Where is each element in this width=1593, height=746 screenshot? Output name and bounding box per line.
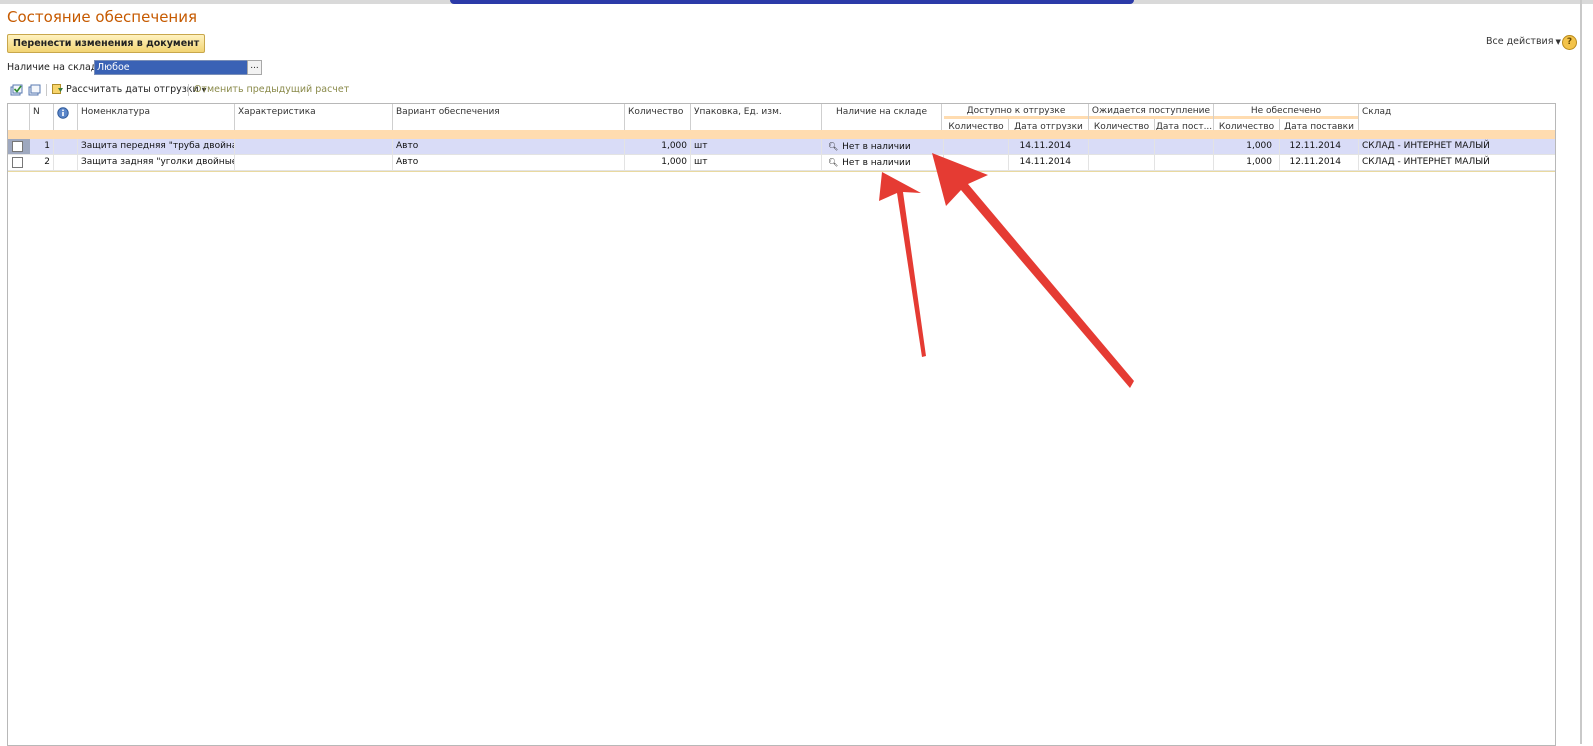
annotation-arrow-right [932,153,1134,388]
annotation-arrows [879,153,1134,388]
annotation-arrow-left [879,172,926,357]
